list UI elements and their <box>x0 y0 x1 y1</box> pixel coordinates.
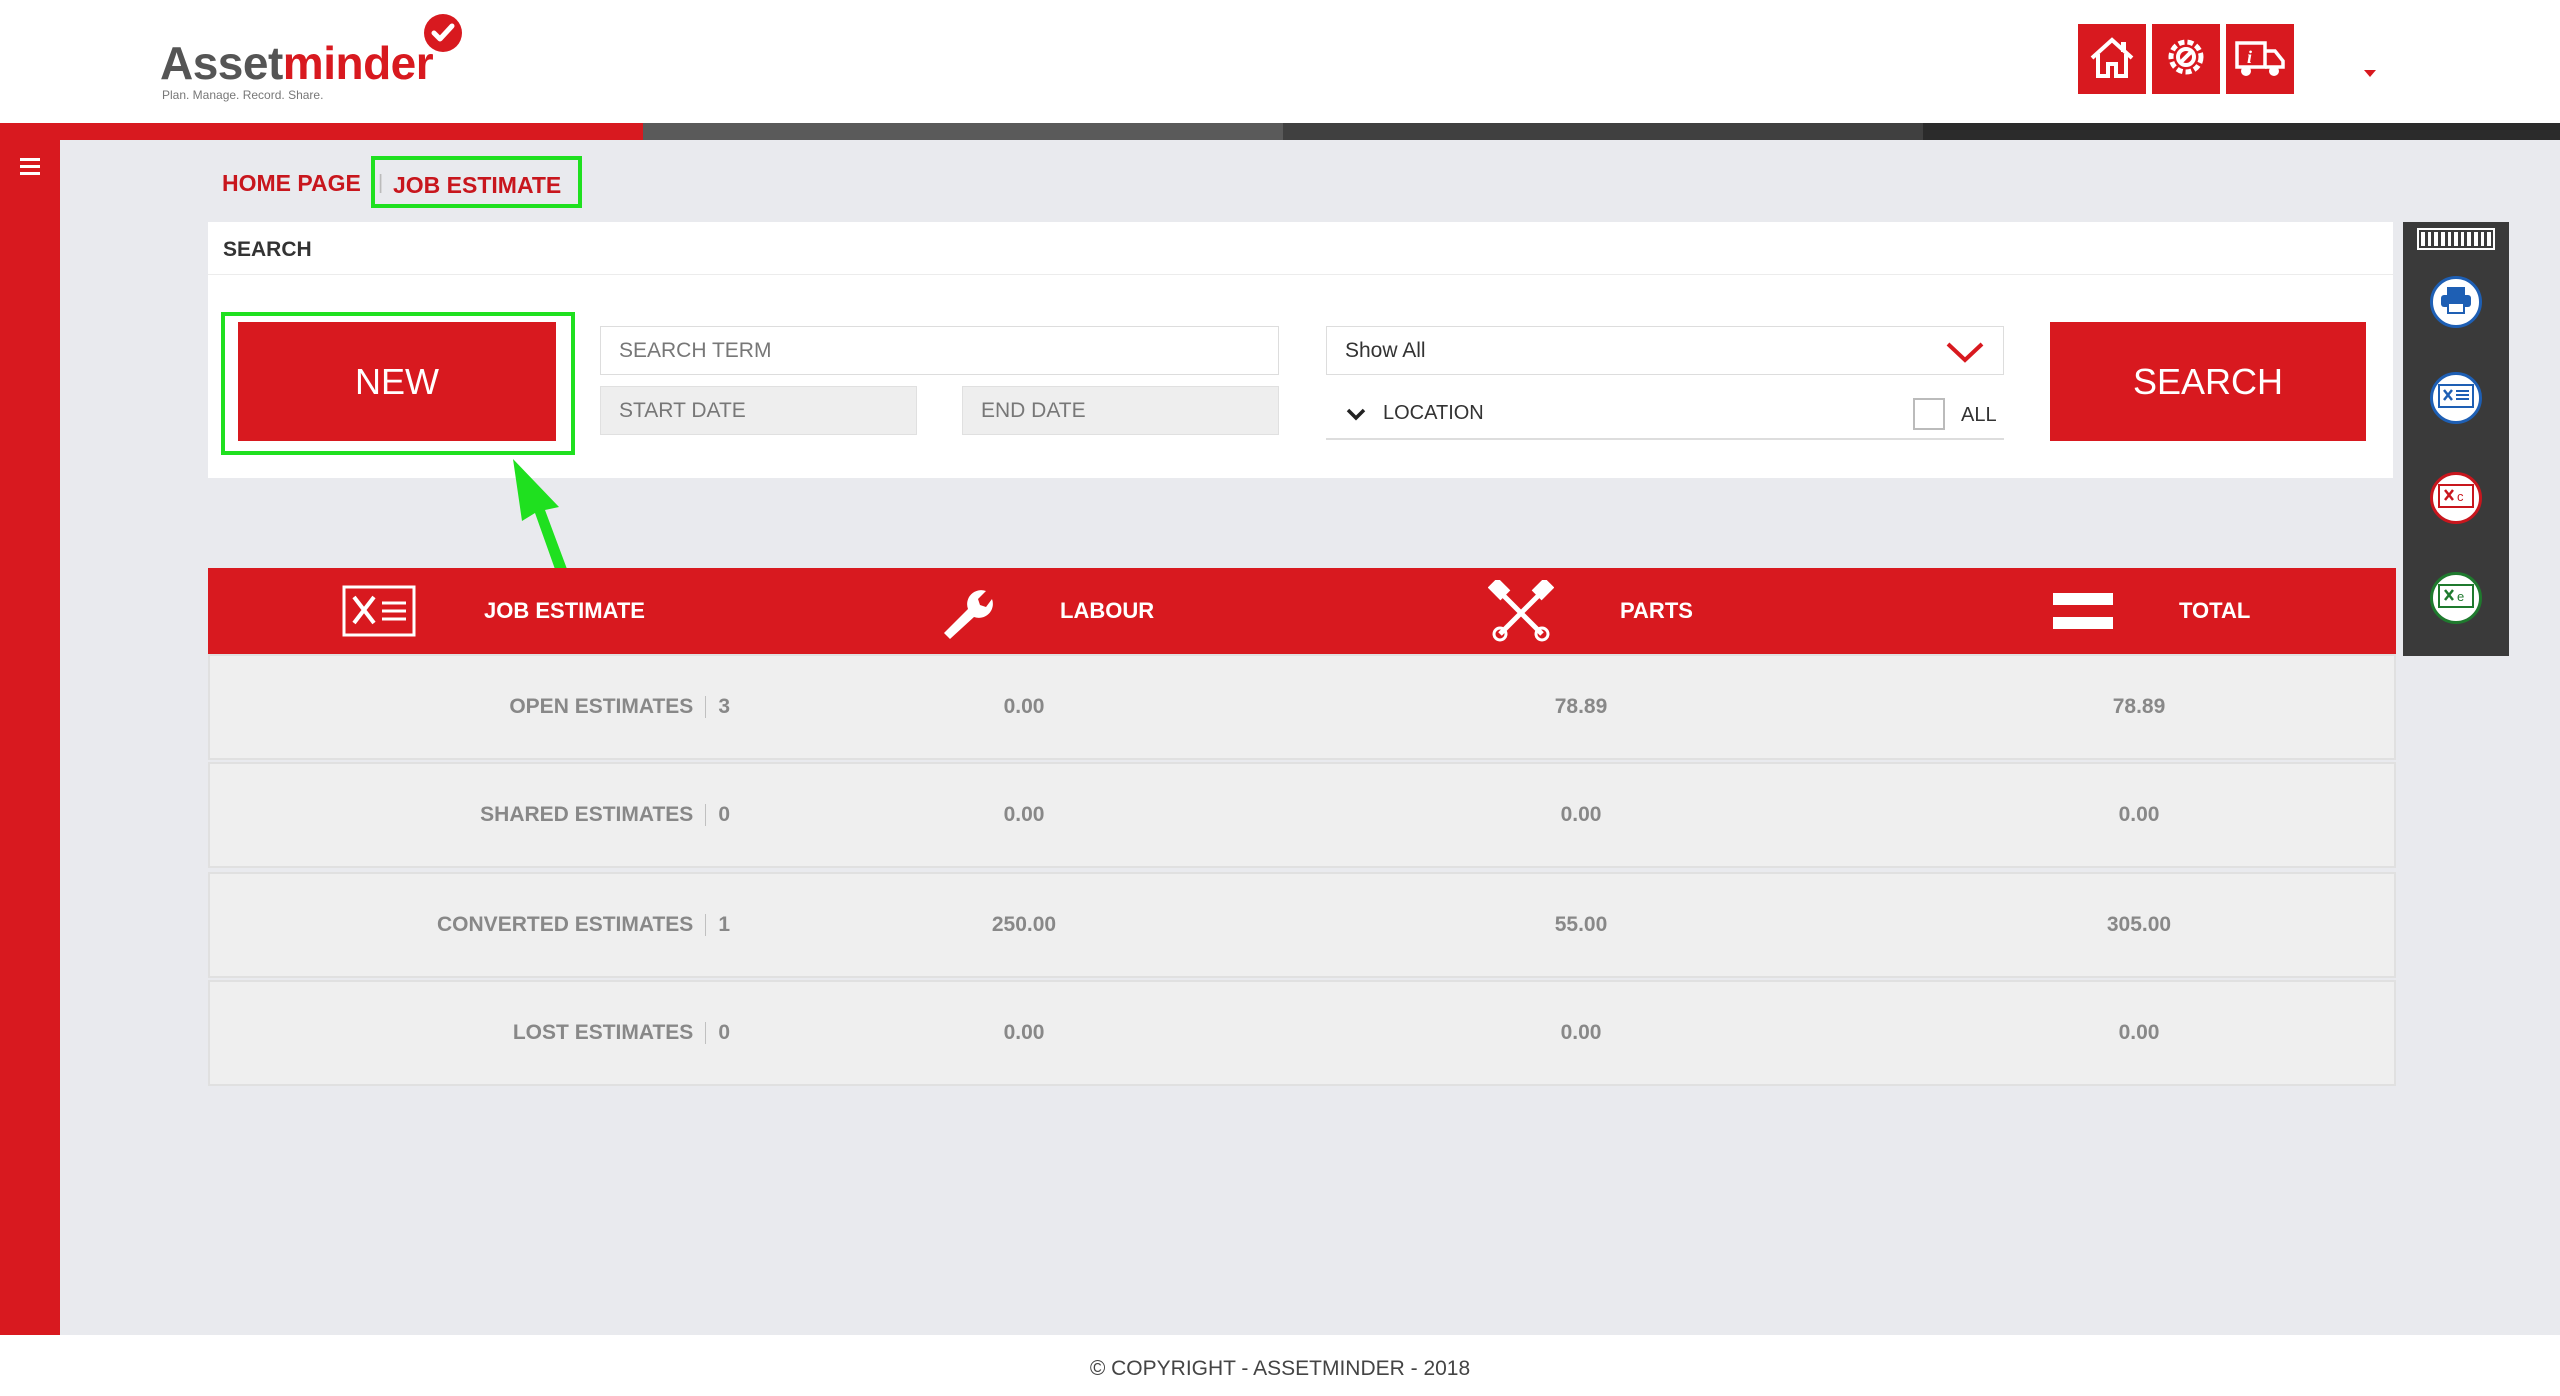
svg-text:e: e <box>2457 589 2464 604</box>
home-icon <box>2088 34 2136 85</box>
user-menu-caret-icon[interactable] <box>2364 70 2376 77</box>
truck-info-icon: i <box>2233 35 2287 84</box>
end-date-input[interactable]: END DATE <box>962 386 1279 435</box>
breadcrumb-home[interactable]: HOME PAGE <box>222 170 361 197</box>
header-strip-red <box>0 123 643 140</box>
export-csv-icon: c <box>2437 483 2475 514</box>
copyright-text: © COPYRIGHT - ASSETMINDER - 2018 <box>1089 1357 1471 1380</box>
export-estimate-button[interactable] <box>2430 372 2482 424</box>
header-strip-darkgray <box>1283 123 1923 140</box>
export-excel-icon: e <box>2437 583 2475 614</box>
location-label: LOCATION <box>1383 402 1484 424</box>
table-row[interactable]: CONVERTED ESTIMATES 1 250.00 55.00 305.00 <box>208 872 2396 978</box>
col-labour-label: LABOUR <box>1060 598 1155 623</box>
export-csv-button[interactable]: c <box>2430 472 2482 524</box>
col-job-estimate-label: JOB ESTIMATE <box>484 598 645 623</box>
job-estimate-icon <box>340 583 448 639</box>
print-icon <box>2439 285 2473 320</box>
footer: © COPYRIGHT - ASSETMINDER - 2018 <box>0 1335 2560 1396</box>
export-excel-button[interactable]: e <box>2430 572 2482 624</box>
checkmark-icon <box>424 14 462 52</box>
row-label: SHARED ESTIMATES 0 <box>480 803 730 826</box>
export-toolbar: c e <box>2403 222 2509 656</box>
table-row[interactable]: SHARED ESTIMATES 0 0.00 0.00 0.00 <box>208 762 2396 868</box>
row-label: LOST ESTIMATES 0 <box>512 1021 730 1044</box>
row-total: 305.00 <box>2106 913 2172 936</box>
row-total: 78.89 <box>2112 695 2166 718</box>
row-labour: 0.00 <box>1003 1021 1045 1044</box>
logo-wordmark: Assetminder <box>160 37 434 89</box>
export-estimate-icon <box>2437 383 2475 414</box>
left-sidebar <box>0 140 60 1335</box>
breadcrumb-current[interactable]: JOB ESTIMATE <box>393 172 561 199</box>
row-label: CONVERTED ESTIMATES 1 <box>437 913 730 936</box>
home-button[interactable] <box>2078 24 2146 94</box>
location-chevron-icon[interactable] <box>1346 404 1366 427</box>
row-labour: 0.00 <box>1003 695 1045 718</box>
table-row[interactable]: LOST ESTIMATES 0 0.00 0.00 0.00 <box>208 980 2396 1086</box>
search-term-input[interactable]: SEARCH TERM <box>600 326 1279 375</box>
app-header: Assetminder Plan. Manage. Record. Share.… <box>0 0 2560 123</box>
col-parts-label: PARTS <box>1620 598 1693 623</box>
row-labour: 250.00 <box>991 913 1057 936</box>
svg-text:i: i <box>2247 47 2252 67</box>
row-parts: 0.00 <box>1560 803 1602 826</box>
hamburger-menu-icon[interactable] <box>20 158 40 179</box>
col-job-estimate: JOB ESTIMATE <box>340 568 645 654</box>
new-estimate-button[interactable]: NEW <box>238 322 556 441</box>
row-parts: 78.89 <box>1554 695 1608 718</box>
wrench-icon <box>934 581 1024 641</box>
pistons-icon <box>1488 580 1584 642</box>
svg-text:c: c <box>2457 489 2464 504</box>
row-total: 0.00 <box>2118 1021 2160 1044</box>
row-label: OPEN ESTIMATES 3 <box>509 695 730 718</box>
col-total-label: TOTAL <box>2179 598 2251 623</box>
all-locations-label: ALL <box>1961 404 1997 426</box>
annotation-arrow-icon <box>513 459 567 572</box>
location-filter[interactable]: LOCATION ALL <box>1326 388 2004 440</box>
col-total: TOTAL <box>2053 568 2250 654</box>
chevron-down-icon <box>1945 341 1985 369</box>
row-labour: 0.00 <box>1003 803 1045 826</box>
barcode-icon[interactable] <box>2417 228 2495 250</box>
print-button[interactable] <box>2430 276 2482 328</box>
status-select-value: Show All <box>1345 338 1426 362</box>
row-parts: 55.00 <box>1554 913 1608 936</box>
service-button[interactable] <box>2152 24 2220 94</box>
logo-tagline: Plan. Manage. Record. Share. <box>162 88 324 102</box>
table-row[interactable]: OPEN ESTIMATES 3 0.00 78.89 78.89 <box>208 654 2396 760</box>
header-strip-black <box>1923 123 2560 140</box>
status-select[interactable]: Show All <box>1326 326 2004 375</box>
search-panel-title: SEARCH <box>223 238 312 261</box>
row-parts: 0.00 <box>1560 1021 1602 1044</box>
vehicle-info-button[interactable]: i <box>2226 24 2294 94</box>
breadcrumb-current-highlight: JOB ESTIMATE <box>371 156 582 208</box>
search-button[interactable]: SEARCH <box>2050 322 2366 441</box>
row-total: 0.00 <box>2118 803 2160 826</box>
assetminder-logo[interactable]: Assetminder Plan. Manage. Record. Share. <box>160 14 480 102</box>
all-locations-checkbox[interactable] <box>1913 398 1945 430</box>
estimates-table-header: JOB ESTIMATE LABOUR PARTS TOTAL <box>208 568 2396 654</box>
col-parts: PARTS <box>1488 568 1693 654</box>
equals-icon <box>2053 589 2143 633</box>
col-labour: LABOUR <box>934 568 1154 654</box>
service-gear-icon <box>2163 34 2209 85</box>
divider <box>208 274 2393 275</box>
header-strip-gray <box>643 123 1283 140</box>
start-date-input[interactable]: START DATE <box>600 386 917 435</box>
